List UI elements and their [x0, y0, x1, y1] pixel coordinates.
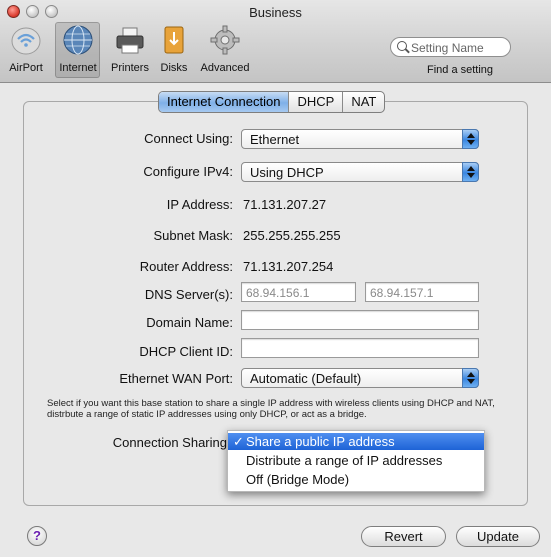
connection-sharing-menu: ✓ Share a public IP address Distribute a… — [227, 430, 485, 492]
help-button[interactable]: ? — [27, 526, 47, 546]
connection-sharing-label: Connection Sharing — [112, 435, 227, 450]
connect-using-label: Connect Using: — [144, 131, 233, 146]
internet-globe-icon — [62, 24, 94, 56]
tab-internet-connection[interactable]: Internet Connection — [159, 92, 289, 112]
toolbar-label-airport: AirPort — [9, 62, 43, 74]
toolbar-label-internet: Internet — [59, 62, 97, 74]
router-address-label: Router Address: — [139, 259, 233, 274]
printer-icon — [114, 24, 146, 56]
dns-primary-field[interactable]: 68.94.156.1 — [241, 282, 356, 302]
search-field[interactable]: Setting Name — [390, 37, 511, 57]
ip-address-value: 71.131.207.27 — [243, 197, 327, 212]
popup-arrows-icon — [462, 368, 479, 388]
domain-name-label: Domain Name: — [146, 315, 233, 330]
toolbar-item-printers[interactable]: Printers — [106, 24, 154, 78]
configure-ipv4-popup[interactable]: Using DHCP — [241, 162, 479, 182]
dhcp-client-id-field[interactable] — [241, 338, 479, 358]
toolbar-item-internet[interactable]: Internet — [57, 24, 99, 78]
ethernet-wan-port-popup[interactable]: Automatic (Default) — [241, 368, 479, 388]
configure-ipv4-value: Using DHCP — [250, 165, 324, 180]
toolbar-label-disks: Disks — [160, 62, 188, 74]
gear-icon — [209, 24, 241, 56]
revert-button[interactable]: Revert — [361, 526, 446, 547]
preferences-window: Business AirPort Internet Printers Disks… — [0, 0, 551, 557]
menu-item-label: Share a public IP address — [246, 434, 395, 449]
tab-nat[interactable]: NAT — [342, 92, 384, 112]
window-title: Business — [249, 5, 302, 20]
domain-name-field[interactable] — [241, 310, 479, 330]
menu-item-share-public-ip[interactable]: ✓ Share a public IP address — [228, 433, 484, 450]
menu-item-label: Off (Bridge Mode) — [246, 472, 350, 487]
search-icon — [397, 41, 407, 51]
popup-arrows-icon — [462, 162, 479, 182]
ip-address-label: IP Address: — [166, 197, 233, 212]
popup-arrows-icon — [462, 129, 479, 149]
ethernet-wan-port-value: Automatic (Default) — [250, 371, 362, 386]
find-setting-label: Find a setting — [427, 64, 494, 76]
menu-item-bridge-mode[interactable]: Off (Bridge Mode) — [228, 471, 484, 488]
configure-ipv4-label: Configure IPv4: — [143, 164, 233, 179]
disk-icon — [158, 24, 190, 56]
menu-item-distribute-range[interactable]: Distribute a range of IP addresses — [228, 452, 484, 469]
update-button[interactable]: Update — [456, 526, 540, 547]
toolbar-label-printers: Printers — [111, 62, 149, 74]
tab-bar: Internet Connection DHCP NAT — [158, 91, 386, 113]
subnet-mask-label: Subnet Mask: — [153, 228, 234, 243]
dhcp-client-id-label: DHCP Client ID: — [139, 344, 233, 359]
toolbar-item-advanced[interactable]: Advanced — [198, 24, 252, 78]
connection-sharing-help-text: Select if you want this base station to … — [47, 398, 495, 420]
toolbar-item-airport[interactable]: AirPort — [6, 24, 46, 78]
toolbar-item-disks[interactable]: Disks — [156, 24, 192, 78]
dns-secondary-field[interactable]: 68.94.157.1 — [365, 282, 479, 302]
toolbar: Business AirPort Internet Printers Disks… — [0, 0, 551, 83]
ethernet-wan-port-label: Ethernet WAN Port: — [119, 371, 233, 386]
connect-using-popup[interactable]: Ethernet — [241, 129, 479, 149]
subnet-mask-value: 255.255.255.255 — [243, 228, 341, 243]
router-address-value: 71.131.207.254 — [243, 259, 334, 274]
checkmark-icon: ✓ — [233, 434, 244, 449]
dns-servers-label: DNS Server(s): — [144, 287, 233, 302]
tab-dhcp[interactable]: DHCP — [288, 92, 342, 112]
connect-using-value: Ethernet — [250, 132, 300, 147]
search-placeholder: Setting Name — [411, 41, 484, 55]
airport-icon — [10, 24, 42, 56]
toolbar-label-advanced: Advanced — [200, 62, 250, 74]
menu-item-label: Distribute a range of IP addresses — [246, 453, 443, 468]
